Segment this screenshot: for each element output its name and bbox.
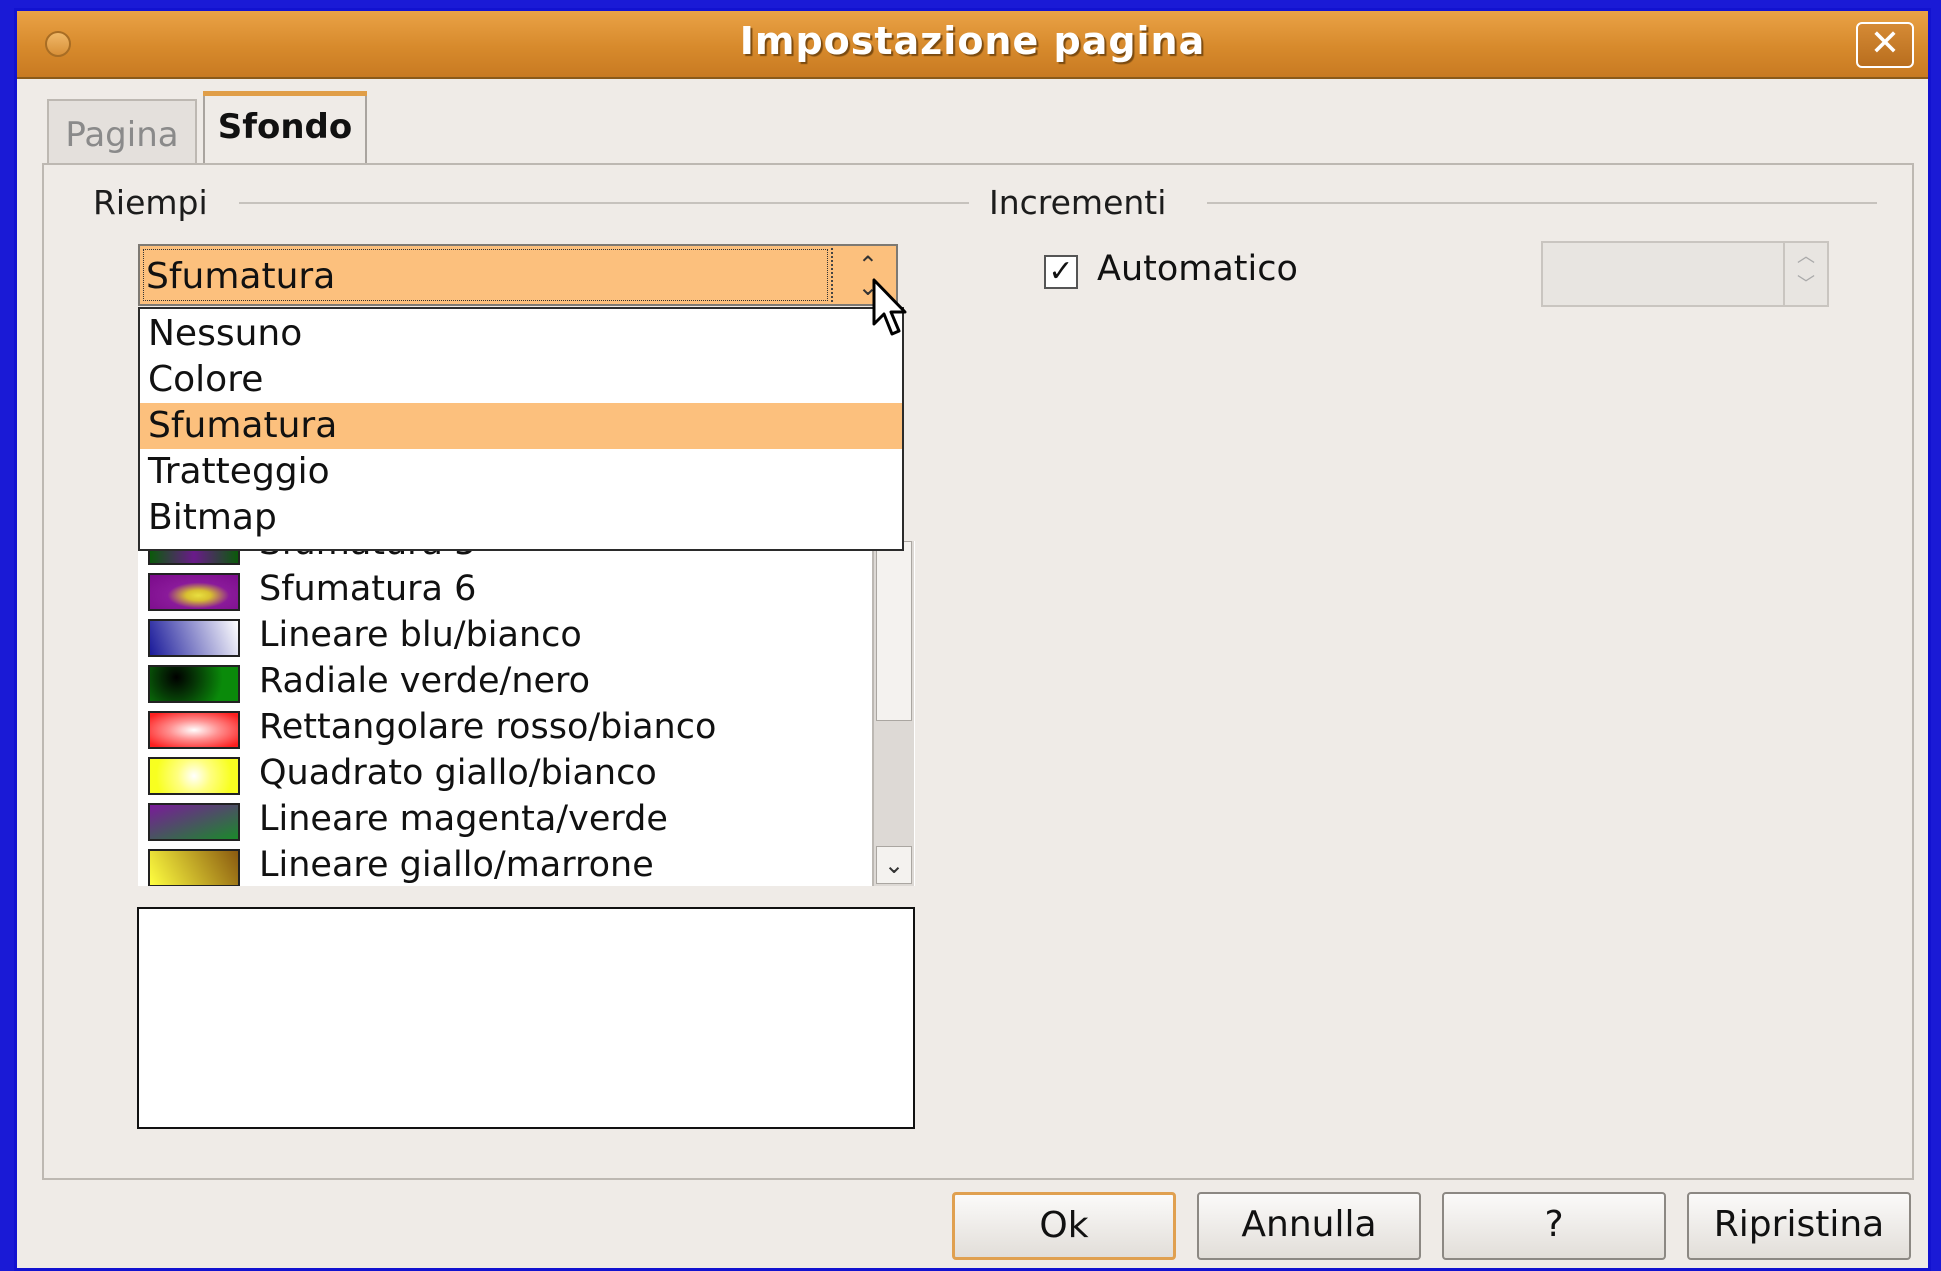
automatico-checkbox[interactable]: ✓ [1044, 255, 1078, 289]
fill-type-selected: Sfumatura [146, 256, 336, 297]
list-item[interactable]: Lineare blu/bianco [138, 612, 838, 658]
window-title: Impostazione pagina [739, 19, 1206, 63]
fill-type-combobox[interactable]: Sfumatura ⌃ ⌄ [138, 244, 898, 306]
option-colore[interactable]: Colore [140, 357, 902, 403]
list-item-label: Lineare blu/bianco [259, 615, 582, 655]
cancel-button[interactable]: Annulla [1197, 1192, 1421, 1260]
increments-section-label: Incrementi [989, 183, 1167, 222]
list-item[interactable]: Lineare magenta/verde [138, 796, 838, 842]
scroll-down-icon[interactable]: ⌄ [876, 846, 912, 884]
list-item-label: Sfumatura 6 [259, 569, 477, 609]
list-item-label: Radiale verde/nero [259, 661, 591, 701]
automatico-label-text: Automatico [1097, 249, 1298, 289]
close-button[interactable]: ✕ [1856, 22, 1914, 68]
option-tratteggio[interactable]: Tratteggio [140, 449, 902, 495]
fill-type-dropdown: Nessuno Colore Sfumatura Tratteggio Bitm… [138, 307, 904, 551]
tab-pagina[interactable]: Pagina [47, 99, 197, 163]
title-bar[interactable]: Impostazione pagina ✕ [17, 11, 1928, 79]
option-bitmap[interactable]: Bitmap [140, 495, 902, 541]
gradient-swatch-icon [148, 803, 240, 841]
combo-separator [831, 248, 834, 302]
gradient-list-scrollbar[interactable]: ⌄ [872, 541, 914, 886]
gradient-swatch-icon [148, 665, 240, 703]
gradient-swatch-icon [148, 573, 240, 611]
list-item[interactable]: Lineare giallo/marrone [138, 842, 838, 886]
reset-button[interactable]: Ripristina [1687, 1192, 1911, 1260]
tab-sfondo[interactable]: Sfondo [203, 91, 367, 165]
option-sfumatura[interactable]: Sfumatura [140, 403, 902, 449]
gradient-swatch-icon [148, 711, 240, 749]
list-item[interactable]: Radiale verde/nero [138, 658, 838, 704]
fill-separator [239, 202, 969, 204]
automatico-label[interactable]: Automatico [1097, 249, 1298, 289]
increments-spinbox: ︿ ﹀ [1541, 241, 1829, 307]
list-item-label: Quadrato giallo/bianco [259, 753, 657, 793]
increments-separator [1207, 202, 1877, 204]
option-nessuno[interactable]: Nessuno [140, 311, 902, 357]
spin-updown-icon: ︿ ﹀ [1783, 243, 1827, 305]
list-item-label: Lineare giallo/marrone [259, 845, 654, 885]
mouse-cursor-icon [872, 278, 907, 336]
gradient-swatch-icon [148, 757, 240, 795]
list-item-label: Lineare magenta/verde [259, 799, 668, 839]
gradient-swatch-icon [148, 619, 240, 657]
list-item[interactable]: Quadrato giallo/bianco [138, 750, 838, 796]
help-button[interactable]: ? [1442, 1192, 1666, 1260]
list-item[interactable]: Sfumatura 6 [138, 566, 838, 612]
ok-button[interactable]: Ok [952, 1192, 1176, 1260]
gradient-swatch-icon [148, 849, 240, 886]
scrollbar-thumb[interactable] [876, 541, 912, 721]
fill-preview [137, 907, 915, 1129]
list-item-label: Rettangolare rosso/bianco [259, 707, 717, 747]
fill-section-label: Riempi [93, 183, 208, 222]
list-item[interactable]: Rettangolare rosso/bianco [138, 704, 838, 750]
gradient-list[interactable]: Sfumatura 5 Sfumatura 6 Lineare blu/bian… [138, 541, 915, 886]
page-setup-dialog: Impostazione pagina ✕ Pagina Sfondo Riem… [14, 8, 1931, 1271]
